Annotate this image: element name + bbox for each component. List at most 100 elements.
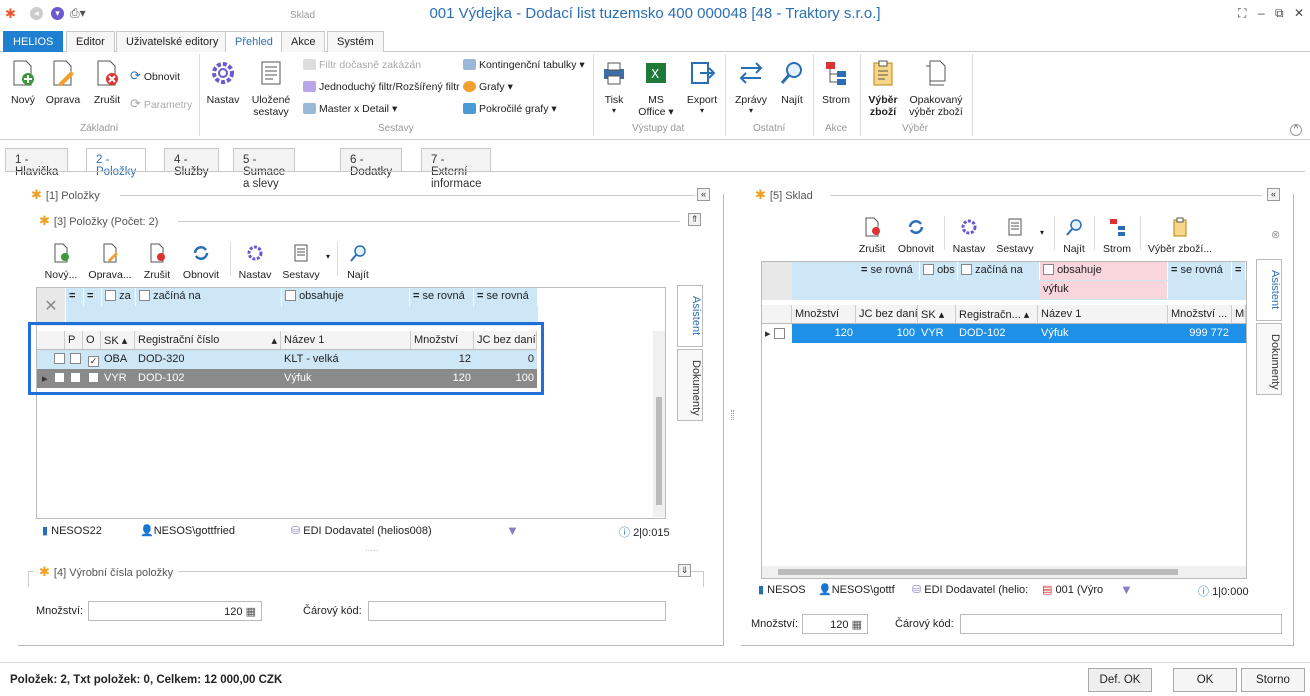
vyber-zbozi-button[interactable]: Výběr zboží — [864, 59, 902, 118]
grafy-button[interactable]: Grafy ▾ — [463, 81, 513, 93]
kontingencni-button[interactable]: Kontingenční tabulky ▾ — [463, 59, 585, 71]
left-novy-button[interactable]: Nový... — [42, 243, 80, 281]
asistent-tab[interactable]: Asistent — [1256, 259, 1282, 321]
collapse-ribbon-icon[interactable]: ^ — [1290, 124, 1302, 136]
col-reg[interactable]: Registračn... ▴ — [956, 305, 1038, 324]
right-sestavy-button[interactable]: Sestavy — [994, 217, 1036, 255]
right-obnovit-button[interactable]: Obnovit — [896, 217, 936, 255]
tisk-button[interactable]: Tisk ▾ — [598, 59, 630, 115]
obnovit-button[interactable]: ⟳ Obnovit — [130, 68, 180, 84]
restore-icon[interactable]: ⧉ — [1275, 6, 1284, 21]
left-oprava-button[interactable]: Oprava... — [88, 243, 132, 281]
asistent-tab[interactable]: Asistent — [677, 285, 703, 347]
tab-dodatky[interactable]: 6 - Dodatky — [340, 148, 403, 178]
ok-button[interactable]: OK — [1173, 668, 1237, 692]
right-horizontal-scrollbar[interactable] — [762, 566, 1246, 578]
export-button[interactable]: Export ▾ — [684, 59, 720, 115]
parametry-button[interactable]: ⟳ Parametry — [130, 96, 192, 112]
tab-externi[interactable]: 7 - Externí informace — [421, 148, 492, 190]
jednoduchy-filtr-button[interactable]: Jednoduchý filtr/Rozšířený filtr — [303, 81, 460, 93]
oprava-button[interactable]: Oprava — [45, 59, 81, 106]
left-panel-title: ✱ [1] Položky — [26, 187, 105, 203]
strom-button[interactable]: Strom — [818, 59, 854, 106]
right-strom-button[interactable]: Strom — [1100, 217, 1134, 255]
tab-sumace[interactable]: 5 - Sumace a slevy — [233, 148, 296, 190]
col-sk[interactable]: SK ▴ — [918, 305, 956, 324]
dropdown-icon[interactable]: ▾ — [51, 7, 64, 20]
right-nastav-button[interactable]: Nastav — [950, 217, 988, 255]
pokrocile-grafy-button[interactable]: Pokročilé grafy ▾ — [463, 103, 557, 115]
col-nazev[interactable]: Název 1 — [1038, 305, 1168, 324]
info-icon: ⓘ — [619, 527, 630, 539]
calculator-icon[interactable]: ▦ — [852, 619, 862, 631]
tab-editor[interactable]: Editor — [66, 31, 115, 52]
splitter-handle[interactable]: ····· — [365, 546, 378, 555]
calculator-icon[interactable]: ▦ — [246, 606, 256, 618]
delete-doc-icon — [97, 60, 118, 86]
collapse-left-icon[interactable]: « — [697, 188, 710, 201]
left-sestavy-button[interactable]: Sestavy — [280, 243, 322, 281]
left-nastav-button[interactable]: Nastav — [236, 243, 274, 281]
tab-system[interactable]: Systém — [327, 31, 384, 52]
refresh-icon: ⟳ — [130, 96, 141, 111]
left-najit-button[interactable]: Najít — [342, 243, 374, 281]
def-ok-button[interactable]: Def. OK — [1088, 668, 1152, 692]
print-icon[interactable]: ⎙▾ — [70, 6, 86, 21]
right-najit-button[interactable]: Najít — [1059, 217, 1089, 255]
novy-button[interactable]: Nový — [6, 59, 40, 106]
filtr-zakazan-button[interactable]: Filtr dočasně zakázán — [303, 59, 421, 71]
sestavy-dropdown-icon[interactable]: ▾ — [1040, 228, 1044, 237]
mnozstvi-input[interactable]: 120 ▦ — [88, 601, 262, 621]
gear-icon — [961, 219, 977, 235]
filter-icon[interactable]: ▼ — [506, 523, 519, 538]
right-zrusit-button[interactable]: Zrušit — [856, 217, 888, 255]
minimize-icon[interactable]: – — [1258, 6, 1265, 20]
col-mr[interactable]: Mr — [1232, 305, 1246, 324]
tab-hlavicka[interactable]: 1 - Hlavička — [5, 148, 69, 178]
back-icon[interactable]: ◂ — [30, 7, 43, 20]
collapse-right-icon[interactable]: « — [1267, 188, 1280, 201]
left-status-bar: ▮ NESOS22 👤NESOS\gottfried ⛁ EDI Dodavat… — [42, 523, 670, 539]
gear-icon — [212, 62, 234, 84]
close-toolbar-icon[interactable]: ⊗ — [1271, 228, 1280, 241]
col-jc[interactable]: JC bez daní — [856, 305, 918, 324]
dokumenty-tab[interactable]: Dokumenty — [677, 349, 703, 421]
left-zrusit-button[interactable]: Zrušit — [140, 243, 174, 281]
collapse-subpanel-icon[interactable]: ⇑ — [688, 213, 701, 226]
filter-icon[interactable]: ▼ — [1120, 582, 1133, 597]
ms-office-button[interactable]: X MS Office ▾ — [636, 59, 676, 118]
master-detail-button[interactable]: Master x Detail ▾ — [303, 103, 397, 115]
zrusit-button[interactable]: Zrušit — [90, 59, 124, 106]
tab-polozky[interactable]: 2 - Položky — [86, 148, 147, 178]
sestavy-dropdown-icon[interactable]: ▾ — [326, 252, 330, 261]
dokumenty-tab[interactable]: Dokumenty — [1256, 323, 1282, 395]
col-mnozstvi2[interactable]: Množství ... — [1168, 305, 1232, 324]
clear-filter-icon[interactable]: ✕ — [37, 288, 65, 326]
left-obnovit-button[interactable]: Obnovit — [180, 243, 222, 281]
zpravy-button[interactable]: Zprávy ▾ — [732, 59, 770, 115]
expand-subpanel-icon[interactable]: ⇓ — [678, 564, 691, 577]
storno-button[interactable]: Storno — [1241, 668, 1305, 692]
right-mnozstvi-input[interactable]: 120 ▦ — [802, 614, 868, 634]
left-vertical-scrollbar[interactable] — [653, 331, 665, 517]
table-row-selected[interactable]: ▸ 120 100 VYR DOD-102 Výfuk 999 772 — [762, 324, 1246, 343]
tab-akce[interactable]: Akce — [281, 31, 326, 52]
col-mnozstvi[interactable]: Množství — [792, 305, 856, 324]
najit-button[interactable]: Najít — [776, 59, 808, 106]
close-icon[interactable]: ✕ — [1294, 6, 1304, 20]
right-vyber-zbozi-button[interactable]: Výběr zboží... — [1147, 217, 1213, 255]
filter-vyfuk-input[interactable]: výfuk — [1040, 281, 1168, 299]
tab-helios[interactable]: HELIOS — [3, 31, 64, 52]
row-select-checkbox[interactable] — [773, 328, 785, 339]
report-icon — [294, 244, 308, 262]
opakovany-vyber-button[interactable]: Opakovaný výběr zboží — [906, 59, 966, 118]
ulozene-sestavy-button[interactable]: Uložené sestavy — [249, 59, 293, 118]
right-carovy-kod-input[interactable] — [960, 614, 1282, 634]
fullscreen-icon[interactable]: ⛶ — [1238, 6, 1246, 21]
nastav-button[interactable]: Nastav — [205, 59, 241, 106]
tab-user-editors[interactable]: Uživatelské editory — [116, 31, 229, 52]
carovy-kod-input[interactable] — [368, 601, 666, 621]
panel-splitter[interactable] — [731, 410, 734, 420]
tab-sluzby[interactable]: 4 - Služby — [164, 148, 219, 178]
tab-prehled[interactable]: Přehled — [225, 31, 283, 53]
